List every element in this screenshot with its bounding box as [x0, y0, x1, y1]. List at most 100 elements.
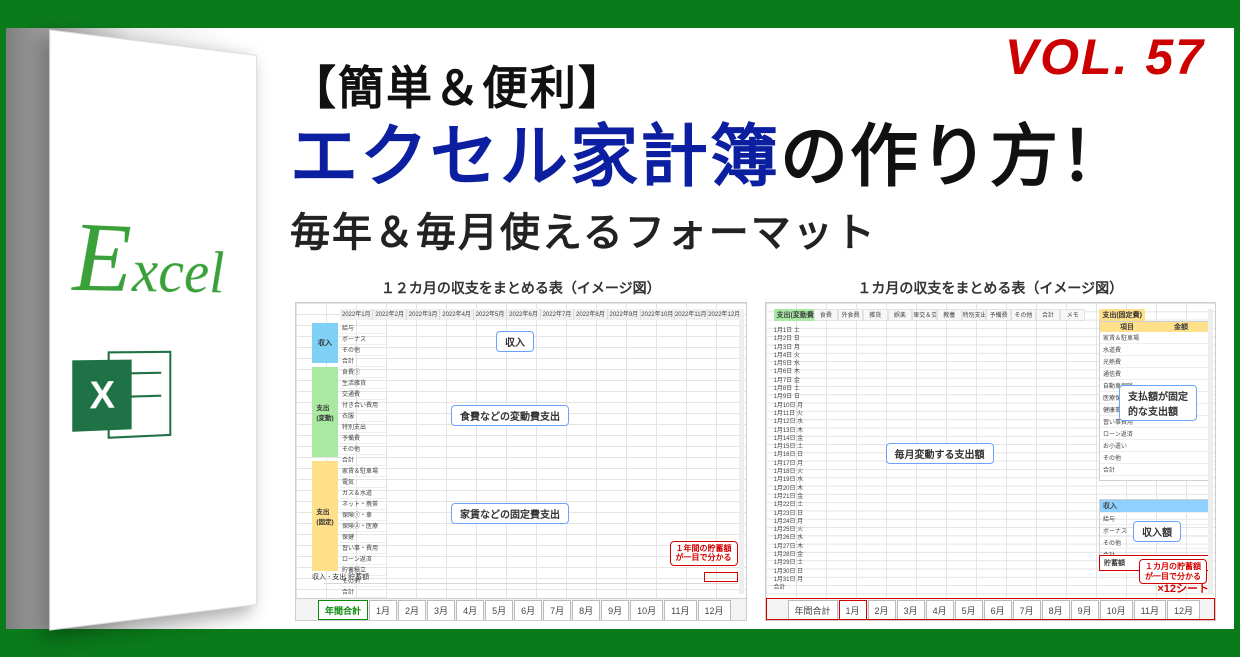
day-row: 1月2日 日	[774, 333, 804, 341]
sheet-tab[interactable]: 12月	[1167, 600, 1200, 620]
category-label: 合計	[340, 356, 386, 367]
day-row: 1月23日 日	[774, 508, 804, 516]
category-label: 習い事・費用	[340, 543, 386, 554]
headline-block: 【簡単＆便利】 エクセル家計簿の作り方！ 毎年＆毎月使えるフォーマット	[290, 52, 1130, 258]
sheet-tab[interactable]: 年間合計	[318, 600, 368, 620]
sheet-tab[interactable]: 11月	[1134, 600, 1166, 620]
category-label: その他	[340, 444, 386, 455]
label-variable: 食費などの変動費支出	[451, 405, 569, 426]
day-row: 1月20日 木	[774, 483, 804, 491]
day-row: 1月5日 水	[774, 358, 804, 366]
label-income: 収入	[496, 331, 534, 352]
fixed-item: その他	[1100, 452, 1208, 464]
total-row-label: 収入 - 支出 貯蓄額	[312, 572, 369, 582]
day-row: 合計	[774, 582, 804, 590]
sheet-tab[interactable]: 6月	[514, 600, 542, 620]
month-col: 2022年7月	[541, 309, 574, 320]
fixed-header: 支出(固定費)	[1099, 309, 1145, 321]
category-label: 保健	[340, 532, 386, 543]
block-variable: 支出 (変動)	[312, 367, 338, 457]
category-label: 合計	[340, 455, 386, 466]
month-col: 2022年12月	[708, 309, 741, 320]
sheet-tab[interactable]: 5月	[485, 600, 513, 620]
category-labels: 給与ボーナスその他合計食費①生活雑貨交通費付き合い費用衣服特別支出予備費その他合…	[340, 323, 386, 598]
sheet-tab[interactable]: 6月	[984, 600, 1012, 620]
headline-line2: エクセル家計簿の作り方！	[290, 118, 1130, 196]
fixed-item: お小遣い	[1100, 440, 1208, 452]
sheet-tab[interactable]: 9月	[1071, 600, 1099, 620]
month-col: 2022年6月	[507, 309, 540, 320]
sheet-tab[interactable]: 8月	[572, 600, 600, 620]
sheet-tab[interactable]: 5月	[955, 600, 983, 620]
left-page-panel: Excel X	[49, 29, 257, 630]
sheet-tab[interactable]: 1月	[369, 600, 397, 620]
sheet-tab[interactable]: 11月	[664, 600, 696, 620]
sheet-tab[interactable]: 10月	[630, 600, 663, 620]
sheet-tab[interactable]: 4月	[926, 600, 954, 620]
sheet-tab[interactable]: 9月	[601, 600, 629, 620]
day-row: 1月25日 火	[774, 524, 804, 532]
category-label: ボーナス	[340, 334, 386, 345]
var-col: 食費	[814, 309, 839, 321]
month-col: 2022年2月	[373, 309, 406, 320]
block-fixed: 支出 (固定)	[312, 461, 338, 571]
day-row: 1月8日 土	[774, 383, 804, 391]
month-header-row: 2022年1月2022年2月2022年3月2022年4月2022年5月2022年…	[340, 309, 742, 320]
x12-sheets-label: ×12シート	[1157, 580, 1209, 596]
category-label: その他	[340, 345, 386, 356]
sheet-tab[interactable]: 2月	[398, 600, 426, 620]
day-row: 1月29日 土	[774, 557, 804, 565]
sheet-tab[interactable]: 1月	[839, 600, 867, 620]
excel-letter-e: E	[72, 201, 132, 312]
category-label: 付き合い費用	[340, 400, 386, 411]
month-col: 2022年8月	[574, 309, 607, 320]
sheet-tab[interactable]: 8月	[1042, 600, 1070, 620]
fixed-item: 合計	[1100, 464, 1208, 476]
sheet-tab[interactable]: 7月	[543, 600, 571, 620]
day-row: 1月18日 火	[774, 466, 804, 474]
label-fixed: 家賃などの固定費支出	[451, 503, 569, 524]
category-label: 給与	[340, 323, 386, 334]
var-col: 雑貨	[863, 309, 888, 321]
sheet-tab[interactable]: 4月	[456, 600, 484, 620]
category-label: 交通費	[340, 389, 386, 400]
label-variable-monthly: 毎月変動する支出額	[886, 443, 994, 464]
sheet-tab[interactable]: 7月	[1013, 600, 1041, 620]
sheet-tab[interactable]: 2月	[868, 600, 896, 620]
label-income-monthly: 収入額	[1133, 521, 1181, 542]
category-label: 保険②・医療	[340, 521, 386, 532]
figure-annual-title: １２カ月の収支をまとめる表（イメージ図）	[295, 278, 747, 298]
month-col: 2022年11月	[675, 309, 708, 320]
fixed-item: 水道費	[1100, 344, 1208, 356]
day-row: 1月3日 月	[774, 342, 804, 350]
day-row: 1月1日 土	[774, 325, 804, 333]
var-col: その他	[1011, 309, 1036, 321]
day-row: 1月26日 水	[774, 532, 804, 540]
day-row: 1月9日 日	[774, 391, 804, 399]
day-row: 1月30日 日	[774, 566, 804, 574]
var-col: 外食費	[838, 309, 863, 321]
headline-line3: 毎年＆毎月使えるフォーマット	[290, 200, 1130, 258]
day-row: 1月16日 日	[774, 449, 804, 457]
day-row: 1月21日 金	[774, 491, 804, 499]
day-rows: 1月1日 土1月2日 日1月3日 月1月4日 火1月5日 水1月6日 木1月7日…	[774, 325, 804, 591]
day-row: 1月28日 金	[774, 549, 804, 557]
sheet-tab[interactable]: 3月	[427, 600, 455, 620]
sheet-tab[interactable]: 10月	[1100, 600, 1133, 620]
fixed-item: 通信費	[1100, 368, 1208, 380]
sheet-tab[interactable]: 3月	[897, 600, 925, 620]
var-col: 合計	[1036, 309, 1061, 321]
day-row: 1月6日 木	[774, 366, 804, 374]
figure-annual: １２カ月の収支をまとめる表（イメージ図） 2022年1月2022年2月2022年…	[295, 278, 747, 621]
sheet-tab[interactable]: 12月	[698, 600, 731, 620]
category-label: ローン返済	[340, 554, 386, 565]
category-label: 食費①	[340, 367, 386, 378]
var-col: 車交＆交通費	[912, 309, 937, 321]
variable-header: 支出(変動費)	[774, 309, 820, 321]
excel-icon-x: X	[72, 359, 131, 431]
var-col: 予備費	[986, 309, 1011, 321]
headline-line2-main: エクセル家計簿	[290, 119, 780, 195]
fixed-item: 家賃＆駐車場	[1100, 332, 1208, 344]
day-row: 1月31日 月	[774, 574, 804, 582]
sheet-tab[interactable]: 年間合計	[788, 600, 838, 620]
